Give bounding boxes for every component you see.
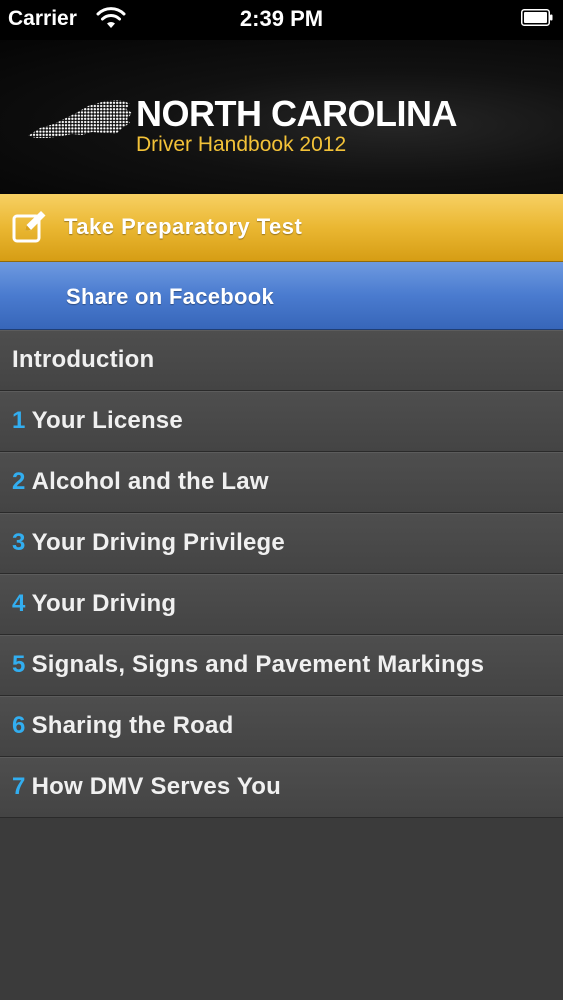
- chapter-number: 5: [12, 651, 26, 678]
- chapter-item-how-dmv-serves-you[interactable]: 7 How DMV Serves You: [0, 757, 563, 818]
- chapter-item-your-license[interactable]: 1 Your License: [0, 391, 563, 452]
- edit-icon: [12, 211, 46, 243]
- chapter-title: Your Driving Privilege: [31, 529, 285, 556]
- list-empty-area: [0, 823, 563, 1000]
- chapter-label: 7 How DMV Serves You: [12, 773, 281, 801]
- status-time: 2:39 PM: [239, 6, 324, 31]
- chapter-label: 3 Your Driving Privilege: [12, 529, 285, 557]
- chapter-title: Introduction: [12, 346, 155, 373]
- header-subtitle: Driver Handbook 2012: [136, 133, 347, 156]
- chapter-title: Alcohol and the Law: [31, 468, 269, 495]
- chapter-number: 2: [12, 468, 26, 495]
- chapter-item-sharing-the-road[interactable]: 6 Sharing the Road: [0, 696, 563, 757]
- chapter-title: Your License: [31, 407, 183, 434]
- chapter-number: 3: [12, 529, 26, 556]
- chapter-list: Introduction 1 Your License 2 Alcohol and …: [0, 330, 563, 818]
- take-preparatory-test-label: Take Preparatory Test: [64, 214, 303, 239]
- chapter-item-your-driving-privilege[interactable]: 3 Your Driving Privilege: [0, 513, 563, 574]
- chapter-label: 4 Your Driving: [12, 590, 176, 618]
- north-carolina-map-icon: [28, 100, 132, 138]
- share-on-facebook-button[interactable]: Share on Facebook: [0, 262, 563, 330]
- chapter-number: 1: [12, 407, 26, 434]
- chapter-item-introduction[interactable]: Introduction: [0, 330, 563, 391]
- chapter-label: 6 Sharing the Road: [12, 712, 233, 740]
- chapter-title: How DMV Serves You: [31, 773, 282, 800]
- chapter-label: Introduction: [12, 346, 154, 374]
- chapter-number: 7: [12, 773, 26, 800]
- app-header: NORTH CAROLINA Driver Handbook 2012: [0, 40, 563, 194]
- chapter-label: 1 Your License: [12, 407, 183, 435]
- status-bar: Carrier 2:39 PM: [0, 0, 563, 40]
- chapter-item-signals-signs-markings[interactable]: 5 Signals, Signs and Pavement Markings: [0, 635, 563, 696]
- take-preparatory-test-button[interactable]: Take Preparatory Test: [0, 194, 563, 262]
- chapter-label: 5 Signals, Signs and Pavement Markings: [12, 651, 484, 679]
- chapter-item-your-driving[interactable]: 4 Your Driving: [0, 574, 563, 635]
- chapter-number: 6: [12, 712, 26, 739]
- header-title: NORTH CAROLINA: [136, 93, 457, 134]
- chapter-title: Sharing the Road: [31, 712, 234, 739]
- chapter-label: 2 Alcohol and the Law: [12, 468, 269, 496]
- chapter-title: Signals, Signs and Pavement Markings: [31, 651, 485, 678]
- chapter-number: 4: [12, 590, 26, 617]
- chapter-item-alcohol-and-the-law[interactable]: 2 Alcohol and the Law: [0, 452, 563, 513]
- chapter-title: Your Driving: [31, 590, 177, 617]
- battery-icon: [521, 9, 553, 26]
- share-on-facebook-label: Share on Facebook: [66, 284, 275, 309]
